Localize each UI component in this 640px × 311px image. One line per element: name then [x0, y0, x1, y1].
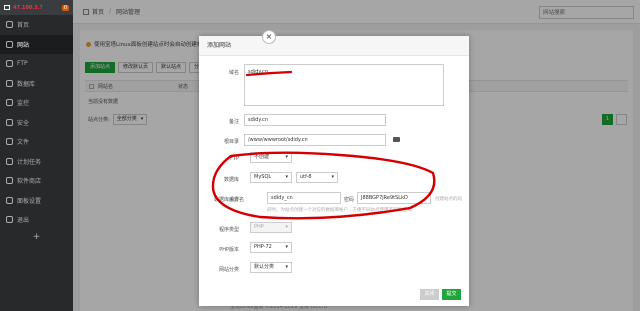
root-dir-label: 根目录: [223, 139, 239, 145]
sidebar-item-ftp[interactable]: FTP: [0, 54, 73, 74]
sidebar-item-settings[interactable]: 面板设置: [0, 191, 73, 211]
database-label: 数据库: [223, 177, 239, 183]
site-category-select[interactable]: 默认分类 ▾: [250, 262, 292, 273]
sidebar-item-label: 退出: [17, 217, 30, 225]
chevron-down-icon: ▾: [285, 154, 288, 160]
sidebar-item-label: 软件商店: [17, 178, 42, 186]
ftp-select[interactable]: 不创建 ▾: [250, 152, 292, 163]
close-dialog-button[interactable]: 关闭: [420, 289, 439, 300]
sidebar-item-logout[interactable]: 退出: [0, 210, 73, 230]
ftp-icon: [6, 60, 13, 68]
domain-value: sdidy.cn: [248, 69, 269, 75]
sidebar-item-label: 安全: [17, 119, 30, 127]
logout-icon: [6, 216, 13, 224]
sidebar-item-database[interactable]: 数据库: [0, 74, 73, 94]
remark-input[interactable]: sdidy.cn: [244, 114, 386, 126]
program-type-value: PHP: [254, 224, 264, 230]
domain-label: 域名: [228, 70, 239, 76]
add-menu-button[interactable]: +: [0, 232, 73, 242]
sidebar-item-label: 首页: [17, 22, 30, 30]
sidebar-item-label: FTP: [17, 60, 28, 68]
program-type-label: 程序类型: [218, 227, 239, 233]
site-category-label: 网站分类: [218, 267, 239, 273]
program-type-select: PHP ▾: [250, 222, 292, 233]
monitor-icon: [6, 99, 13, 107]
folder-open-icon[interactable]: [393, 137, 400, 142]
php-version-label: PHP版本: [219, 247, 239, 253]
root-dir-input[interactable]: /www/wwwroot/sdidy.cn: [244, 134, 386, 146]
php-version-value: PHP-72: [254, 244, 272, 250]
submit-button[interactable]: 提交: [442, 289, 461, 300]
chevron-down-icon: ▾: [285, 224, 288, 230]
remark-value: sdidy.cn: [248, 117, 269, 123]
db-username-value: sdidy_cn: [271, 195, 293, 201]
folder-icon: [6, 138, 13, 146]
chevron-down-icon: ▾: [285, 174, 288, 180]
sidebar-item-label: 网站: [17, 41, 30, 49]
chevron-down-icon: ▾: [331, 174, 334, 180]
clock-icon: [6, 157, 13, 165]
globe-icon: [6, 40, 13, 48]
store-icon: [6, 177, 13, 185]
sidebar: 47.100.3.? 0 首页 网站 FTP 数据库 监控 安全 文件 计划任务…: [0, 0, 73, 311]
db-password-label: 密码: [344, 197, 355, 203]
db-hint-right: 创建站点的同: [435, 197, 462, 202]
sidebar-item-security[interactable]: 安全: [0, 113, 73, 133]
sidebar-item-label: 计划任务: [17, 158, 42, 166]
sidebar-item-monitor[interactable]: 监控: [0, 93, 73, 113]
database-charset-select[interactable]: utf-8 ▾: [296, 172, 338, 183]
add-site-dialog: 添加网站 域名 sdidy.cn 备注 sdidy.cn 根目录 /www/ww…: [199, 36, 469, 306]
db-password-value: J88BGP7jRe9tSLkD: [361, 195, 408, 201]
sidebar-item-cron[interactable]: 计划任务: [0, 152, 73, 172]
shield-icon: [6, 118, 13, 126]
logo: 47.100.3.? 0: [0, 0, 73, 15]
database-icon: [6, 79, 13, 87]
domain-textarea[interactable]: sdidy.cn: [244, 64, 444, 106]
db-username-label: 用户名: [229, 197, 245, 203]
home-icon: [6, 21, 13, 29]
database-charset-value: utf-8: [300, 174, 312, 180]
sidebar-item-files[interactable]: 文件: [0, 132, 73, 152]
sidebar-item-store[interactable]: 软件商店: [0, 171, 73, 191]
sidebar-item-label: 文件: [17, 139, 30, 147]
ftp-value: 不创建: [254, 154, 270, 160]
db-hint-below: 同时，为站点创建一个对应的数据库帐户，方便不同站点使用不同数据库。: [267, 208, 416, 213]
php-version-select[interactable]: PHP-72 ▾: [250, 242, 292, 253]
db-password-input[interactable]: J88BGP7jRe9tSLkD: [357, 192, 431, 204]
ftp-label: FTP: [230, 156, 239, 162]
database-type-value: MySQL: [254, 174, 272, 180]
sidebar-item-home[interactable]: 首页: [0, 15, 73, 35]
gear-icon: [6, 196, 13, 204]
server-icon: [4, 5, 10, 10]
chevron-down-icon: ▾: [285, 244, 288, 250]
database-type-select[interactable]: MySQL ▾: [250, 172, 292, 183]
sidebar-item-website[interactable]: 网站: [0, 34, 73, 54]
sidebar-item-label: 面板设置: [17, 197, 42, 205]
chevron-down-icon: ▾: [285, 264, 288, 270]
db-username-input[interactable]: sdidy_cn: [267, 192, 341, 204]
server-ip: 47.100.3.?: [13, 4, 43, 11]
close-icon[interactable]: ×: [262, 30, 276, 44]
sidebar-item-label: 监控: [17, 100, 30, 108]
notification-badge[interactable]: 0: [61, 4, 69, 11]
root-dir-value: /www/wwwroot/sdidy.cn: [248, 137, 308, 143]
remark-label: 备注: [228, 119, 239, 125]
sidebar-item-label: 数据库: [17, 80, 36, 88]
dialog-title: 添加网站: [199, 36, 469, 56]
site-category-value: 默认分类: [254, 264, 275, 270]
